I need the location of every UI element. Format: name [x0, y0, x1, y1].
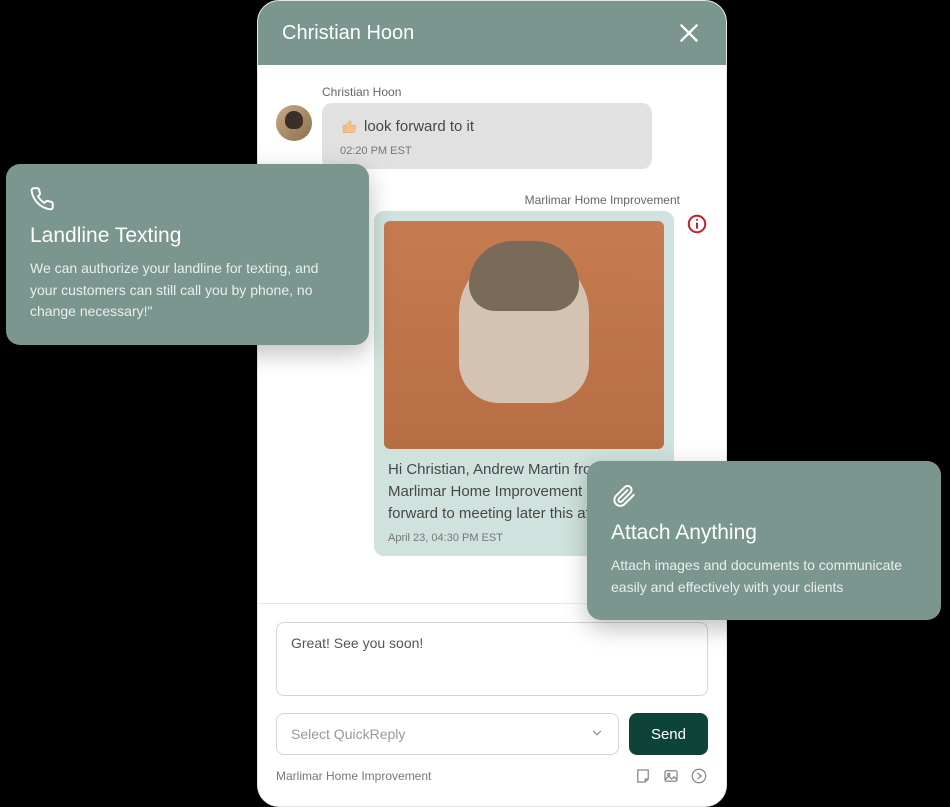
- promo-title: Attach Anything: [611, 521, 917, 545]
- quickreply-placeholder: Select QuickReply: [291, 726, 405, 742]
- avatar: [276, 105, 312, 141]
- chat-window: Christian Hoon Christian Hoon look forwa…: [257, 0, 727, 807]
- promo-card-landline: Landline Texting We can authorize your l…: [6, 164, 369, 345]
- chat-title: Christian Hoon: [282, 22, 414, 45]
- message-image: [384, 221, 664, 449]
- compose-footer-label: Marlimar Home Improvement: [276, 769, 431, 783]
- message-timestamp: 02:20 PM EST: [340, 145, 634, 157]
- message-text: look forward to it: [364, 118, 474, 135]
- phone-icon: [30, 186, 56, 212]
- promo-card-attach: Attach Anything Attach images and docume…: [587, 461, 941, 620]
- info-icon[interactable]: [686, 213, 708, 235]
- promo-title: Landline Texting: [30, 224, 345, 248]
- thumbs-up-icon: [340, 117, 358, 135]
- note-icon[interactable]: [634, 767, 652, 785]
- chevron-down-icon: [590, 726, 604, 743]
- sender-label: Christian Hoon: [322, 85, 708, 99]
- close-icon[interactable]: [676, 20, 702, 46]
- send-button[interactable]: Send: [629, 713, 708, 755]
- message-incoming: Christian Hoon look forward to it 02:20 …: [276, 85, 708, 169]
- paperclip-icon: [611, 483, 637, 509]
- chat-header: Christian Hoon: [258, 1, 726, 65]
- compose-input[interactable]: [276, 622, 708, 696]
- promo-body: We can authorize your landline for texti…: [30, 258, 345, 323]
- message-bubble-incoming: look forward to it 02:20 PM EST: [322, 103, 652, 169]
- promo-body: Attach images and documents to communica…: [611, 555, 917, 598]
- send-arrow-icon[interactable]: [690, 767, 708, 785]
- quickreply-select[interactable]: Select QuickReply: [276, 713, 619, 755]
- image-icon[interactable]: [662, 767, 680, 785]
- compose-area: Select QuickReply Send Marlimar Home Imp…: [258, 603, 726, 803]
